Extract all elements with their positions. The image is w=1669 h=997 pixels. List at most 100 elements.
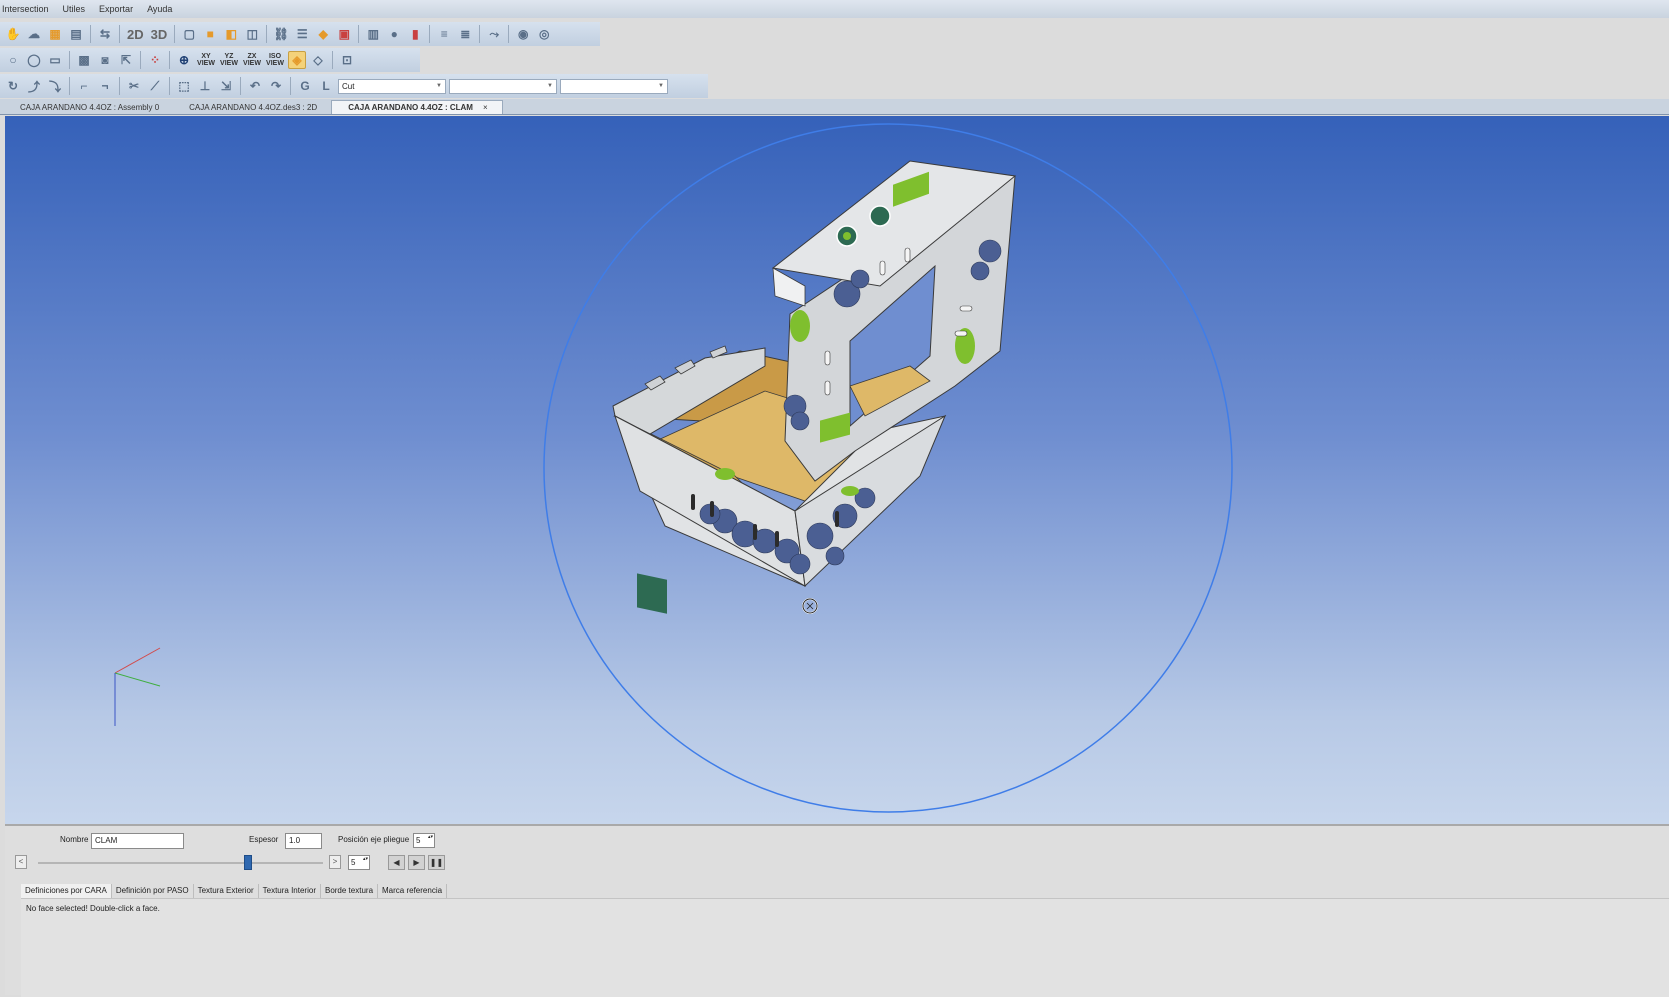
delete-icon[interactable]: ▮ [406, 25, 424, 43]
menu-utiles[interactable]: Utiles [63, 4, 86, 14]
pause-button[interactable]: ❚❚ [428, 855, 445, 870]
circle-filled-icon[interactable]: ◯ [25, 51, 43, 69]
doc-tab-label: CAJA ARANDANO 4.4OZ : Assembly 0 [20, 103, 160, 112]
film-icon[interactable]: ▩ [75, 51, 93, 69]
presentation-icon[interactable]: ⊡ [338, 51, 356, 69]
nombre-input[interactable]: CLAM [91, 833, 184, 849]
palette-icon[interactable]: ▥ [364, 25, 382, 43]
add-g-icon[interactable]: G [296, 77, 314, 95]
move-icon[interactable]: ⇲ [217, 77, 235, 95]
yz-view-button[interactable]: YZ VIEW [219, 51, 239, 69]
chevron-down-icon: ▼ [547, 83, 553, 89]
corner-icon[interactable]: ⌐ [75, 77, 93, 95]
status-message: No face selected! Double-click a face. [26, 904, 160, 913]
view-3d-button[interactable]: 3D [149, 25, 170, 43]
chevron-down-icon: ▼ [658, 83, 664, 89]
camera-icon[interactable]: ◙ [96, 51, 114, 69]
axis-triad [114, 647, 161, 726]
arc-icon[interactable]: ⤵ [46, 77, 64, 95]
align-left-icon[interactable]: ≡ [435, 25, 453, 43]
arrange-icon[interactable]: ⇆ [96, 25, 114, 43]
play-back-button[interactable]: ◀ [388, 855, 405, 870]
undo-icon[interactable]: ↶ [246, 77, 264, 95]
document-tabs: CAJA ARANDANO 4.4OZ : Assembly 0 CAJA AR… [0, 99, 1669, 115]
box-fold-icon[interactable]: ◧ [222, 25, 240, 43]
shape-icon[interactable]: ☁ [25, 25, 43, 43]
menu-intersection[interactable]: Intersection [2, 4, 49, 14]
style-select[interactable]: ▼ [560, 78, 668, 94]
view-2d-button[interactable]: 2D [125, 25, 146, 43]
tab-marca-referencia[interactable]: Marca referencia [378, 884, 448, 899]
iso-view-button[interactable]: ISO VIEW [265, 51, 285, 69]
doc-tab-2d[interactable]: CAJA ARANDANO 4.4OZ.des3 : 2D [173, 101, 331, 114]
operation-select[interactable]: Cut ▼ [338, 78, 446, 94]
zx-view-button[interactable]: ZX VIEW [242, 51, 262, 69]
espesor-input[interactable]: 1.0 [285, 833, 322, 849]
posicion-stepper[interactable]: 5 [413, 833, 435, 848]
align-right-icon[interactable]: ≣ [456, 25, 474, 43]
doc-tab-clam[interactable]: CAJA ARANDANO 4.4OZ : CLAM × [331, 100, 503, 114]
properties-panel: Nombre CLAM Espesor 1.0 Posición eje pli… [5, 824, 1669, 997]
slider-prev-button[interactable]: < [15, 855, 27, 869]
doc-tab-label: CAJA ARANDANO 4.4OZ : CLAM [348, 103, 473, 112]
circle-icon[interactable]: ○ [4, 51, 22, 69]
shaded-cube-icon[interactable]: ◈ [288, 51, 306, 69]
pan-icon[interactable]: ✋ [4, 25, 22, 43]
doc-tab-assembly[interactable]: CAJA ARANDANO 4.4OZ : Assembly 0 [4, 101, 173, 114]
tab-textura-exterior[interactable]: Textura Exterior [194, 884, 259, 899]
box-wire-icon[interactable]: ▢ [180, 25, 198, 43]
rotate-icon[interactable]: ↻ [4, 77, 22, 95]
eye-icon[interactable]: ◉ [514, 25, 532, 43]
menu-ayuda[interactable]: Ayuda [147, 4, 172, 14]
measure-icon[interactable]: ⤳ [485, 25, 503, 43]
layers-icon[interactable]: ▦ [46, 25, 64, 43]
chain-icon[interactable]: ⛓ [272, 25, 290, 43]
snap-icon[interactable]: ⁘ [146, 51, 164, 69]
box-solid-icon[interactable]: ■ [201, 25, 219, 43]
corner-right-icon[interactable]: ¬ [96, 77, 114, 95]
add-l-icon[interactable]: L [317, 77, 335, 95]
tab-definiciones-cara[interactable]: Definiciones por CARA [21, 884, 112, 899]
rotate-cursor-icon [802, 598, 818, 614]
step-stepper[interactable]: 5 [348, 855, 370, 870]
3d-viewport[interactable] [5, 116, 1669, 824]
posicion-label: Posición eje pliegue [338, 835, 410, 844]
step-slider-thumb[interactable] [244, 855, 252, 870]
cube-icon[interactable]: ▣ [335, 25, 353, 43]
extend-icon[interactable]: ⟋ [146, 77, 164, 95]
trim-icon[interactable]: ✂ [125, 77, 143, 95]
close-icon[interactable]: × [483, 103, 488, 112]
dimension-icon[interactable]: ⊥ [196, 77, 214, 95]
tab-textura-interior[interactable]: Textura Interior [259, 884, 321, 899]
fold-icon[interactable]: ◆ [314, 25, 332, 43]
window-icon[interactable]: ▭ [46, 51, 64, 69]
scene-canvas [114, 116, 1233, 813]
sphere-icon[interactable]: ● [385, 25, 403, 43]
tab-borde-textura[interactable]: Borde textura [321, 884, 379, 899]
tab-content-area [21, 898, 1669, 997]
panel-tabs: Definiciones por CARA Definición por PAS… [21, 884, 448, 899]
play-forward-button[interactable]: ▶ [408, 855, 425, 870]
nombre-label: Nombre [60, 835, 89, 844]
eye-off-icon[interactable]: ◎ [535, 25, 553, 43]
layer-select[interactable]: ▼ [449, 78, 557, 94]
wire-cube-icon[interactable]: ◇ [309, 51, 327, 69]
menu-exportar[interactable]: Exportar [99, 4, 133, 14]
export-image-icon[interactable]: ⇱ [117, 51, 135, 69]
tab-definicion-paso[interactable]: Definición por PASO [112, 884, 194, 899]
box-outline-icon[interactable]: ◫ [243, 25, 261, 43]
doc-tab-label: CAJA ARANDANO 4.4OZ.des3 : 2D [189, 103, 318, 112]
slider-next-button[interactable]: > [329, 855, 341, 869]
clamshell-box-model[interactable] [612, 116, 1017, 614]
stack-icon[interactable]: ☰ [293, 25, 311, 43]
edit-toolbar: ↻ ⤴ ⤵ ⌐ ¬ ✂ ⟋ ⬚ ⊥ ⇲ ↶ ↷ G L Cut ▼ ▼ ▼ [0, 74, 708, 98]
step-slider-track[interactable] [38, 862, 323, 864]
zoom-icon[interactable]: ⊕ [175, 51, 193, 69]
select-box-icon[interactable]: ⬚ [175, 77, 193, 95]
xy-view-button[interactable]: XY VIEW [196, 51, 216, 69]
main-toolbar: ✋ ☁ ▦ ▤ ⇆ 2D 3D ▢ ■ ◧ ◫ ⛓ ☰ ◆ ▣ ▥ ● ▮ ≡ … [0, 22, 600, 46]
chevron-down-icon: ▼ [436, 83, 442, 89]
grid-icon[interactable]: ▤ [67, 25, 85, 43]
curve-icon[interactable]: ⤴ [25, 77, 43, 95]
redo-icon[interactable]: ↷ [267, 77, 285, 95]
